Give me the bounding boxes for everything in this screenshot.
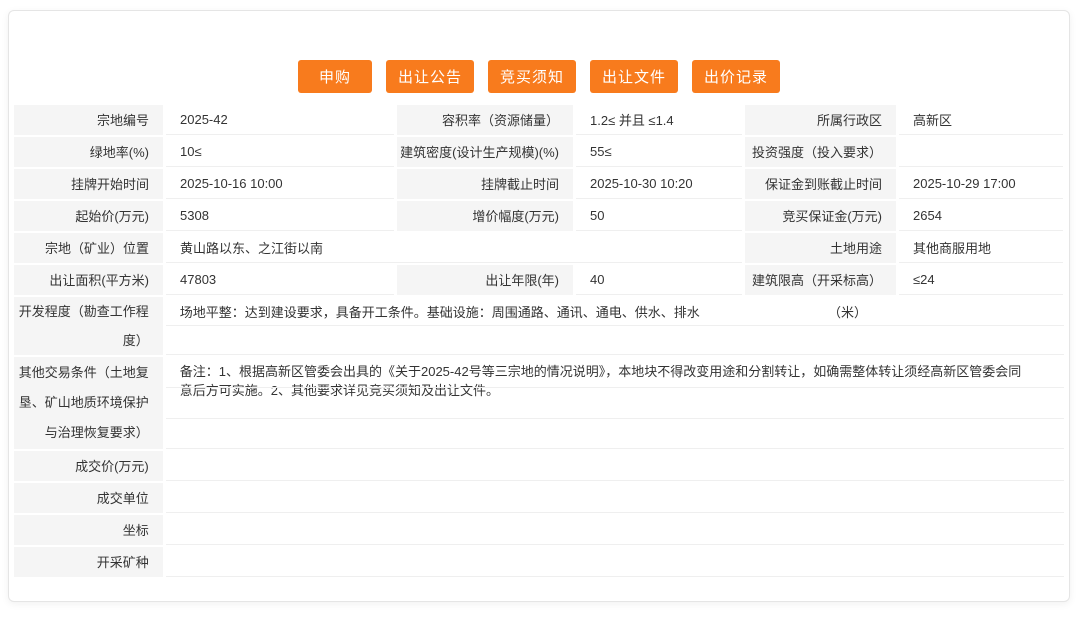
table-row: 宗地（矿业）位置黄山路以东、之江街以南土地用途其他商服用地 — [14, 233, 1064, 263]
row-divider — [166, 418, 1064, 419]
table-row: 成交单位 — [14, 483, 1064, 513]
field-value: 10≤ — [166, 137, 394, 167]
row-divider — [166, 387, 1064, 388]
field-value: 5308 — [166, 201, 394, 231]
development-degree-value: 场地平整：达到建设要求，具备开工条件。基础设施：周围通路、通讯、通电、供水、排水 — [166, 302, 743, 321]
empty-subrow — [166, 326, 1064, 355]
field-value: 2025-10-29 17:00 — [899, 169, 1063, 199]
table-row: 开采矿种 — [14, 547, 1064, 577]
field-label: 起始价(万元) — [14, 201, 163, 231]
table-row: 开发程度（勘查工作程度）场地平整：达到建设要求，具备开工条件。基础设施：周围通路… — [14, 297, 1064, 355]
field-label: 出让面积(平方米) — [14, 265, 163, 295]
apply-button[interactable]: 申购 — [298, 60, 372, 93]
bid-record-button[interactable]: 出价记录 — [692, 60, 780, 93]
field-value: 50 — [576, 201, 742, 231]
field-label: 开采矿种 — [14, 547, 163, 577]
field-label: 投资强度（投入要求） — [745, 137, 896, 167]
field-label: 其他交易条件（土地复垦、矿山地质环境保护与治理恢复要求） — [14, 357, 163, 449]
field-value — [166, 451, 1064, 481]
table-row: 坐标 — [14, 515, 1064, 545]
field-label: 绿地率(%) — [14, 137, 163, 167]
field-value: 其他商服用地 — [899, 233, 1063, 263]
field-value: 47803 — [166, 265, 394, 295]
action-button-bar: 申购出让公告竞买须知出让文件出价记录 — [9, 11, 1069, 93]
field-value: 黄山路以东、之江街以南 — [166, 233, 742, 263]
field-value: 2025-10-16 10:00 — [166, 169, 394, 199]
remark-text: 备注：1、根据高新区管委会出具的《关于2025-42号等三宗地的情况说明》，本地… — [166, 357, 1064, 400]
table-row: 起始价(万元)5308增价幅度(万元)50竞买保证金(万元)2654 — [14, 201, 1064, 231]
field-label: 开发程度（勘查工作程度） — [14, 297, 163, 355]
field-value: 2025-10-30 10:20 — [576, 169, 742, 199]
field-value: 备注：1、根据高新区管委会出具的《关于2025-42号等三宗地的情况说明》，本地… — [166, 357, 1064, 449]
field-value: 1.2≤ 并且 ≤1.4 — [576, 105, 742, 135]
field-label: 竞买保证金(万元) — [745, 201, 896, 231]
field-label: 挂牌截止时间 — [397, 169, 573, 199]
table-row: 成交价(万元) — [14, 451, 1064, 481]
field-label: 增价幅度(万元) — [397, 201, 573, 231]
table-row: 其他交易条件（土地复垦、矿山地质环境保护与治理恢复要求）备注：1、根据高新区管委… — [14, 357, 1064, 449]
transfer-documents-button[interactable]: 出让文件 — [590, 60, 678, 93]
table-row: 挂牌开始时间2025-10-16 10:00挂牌截止时间2025-10-30 1… — [14, 169, 1064, 199]
field-value: 2654 — [899, 201, 1063, 231]
field-label: 所属行政区 — [745, 105, 896, 135]
table-row: 宗地编号2025-42容积率（资源储量）1.2≤ 并且 ≤1.4所属行政区高新区 — [14, 105, 1064, 135]
field-label: 保证金到账截止时间 — [745, 169, 896, 199]
field-label: 成交价(万元) — [14, 451, 163, 481]
field-label: 挂牌开始时间 — [14, 169, 163, 199]
field-value: 高新区 — [899, 105, 1063, 135]
field-label: 宗地编号 — [14, 105, 163, 135]
field-label: 土地用途 — [745, 233, 896, 263]
field-value — [899, 137, 1063, 167]
field-label: 成交单位 — [14, 483, 163, 513]
field-label: 坐标 — [14, 515, 163, 545]
field-label: 建筑密度(设计生产规模)(%) — [397, 137, 573, 167]
bidding-instructions-button[interactable]: 竞买须知 — [488, 60, 576, 93]
land-info-table: 宗地编号2025-42容积率（资源储量）1.2≤ 并且 ≤1.4所属行政区高新区… — [14, 105, 1064, 577]
transfer-notice-button[interactable]: 出让公告 — [386, 60, 474, 93]
table-row: 出让面积(平方米)47803出让年限(年)40建筑限高（开采标高）≤24 — [14, 265, 1064, 295]
field-label: 出让年限(年) — [397, 265, 573, 295]
table-row: 绿地率(%)10≤建筑密度(设计生产规模)(%)55≤投资强度（投入要求） — [14, 137, 1064, 167]
field-value: ≤24 — [899, 265, 1063, 295]
unit-meters-label: （米） — [743, 302, 897, 321]
field-label: 建筑限高（开采标高） — [745, 265, 896, 295]
field-value — [166, 483, 1064, 513]
field-value — [166, 515, 1064, 545]
field-label: 容积率（资源储量） — [397, 105, 573, 135]
land-detail-card: 申购出让公告竞买须知出让文件出价记录 宗地编号2025-42容积率（资源储量）1… — [8, 10, 1070, 602]
field-label: 宗地（矿业）位置 — [14, 233, 163, 263]
field-value: 2025-42 — [166, 105, 394, 135]
field-value: 场地平整：达到建设要求，具备开工条件。基础设施：周围通路、通讯、通电、供水、排水… — [166, 297, 1064, 355]
field-value: 40 — [576, 265, 742, 295]
field-value — [166, 547, 1064, 577]
field-value: 55≤ — [576, 137, 742, 167]
